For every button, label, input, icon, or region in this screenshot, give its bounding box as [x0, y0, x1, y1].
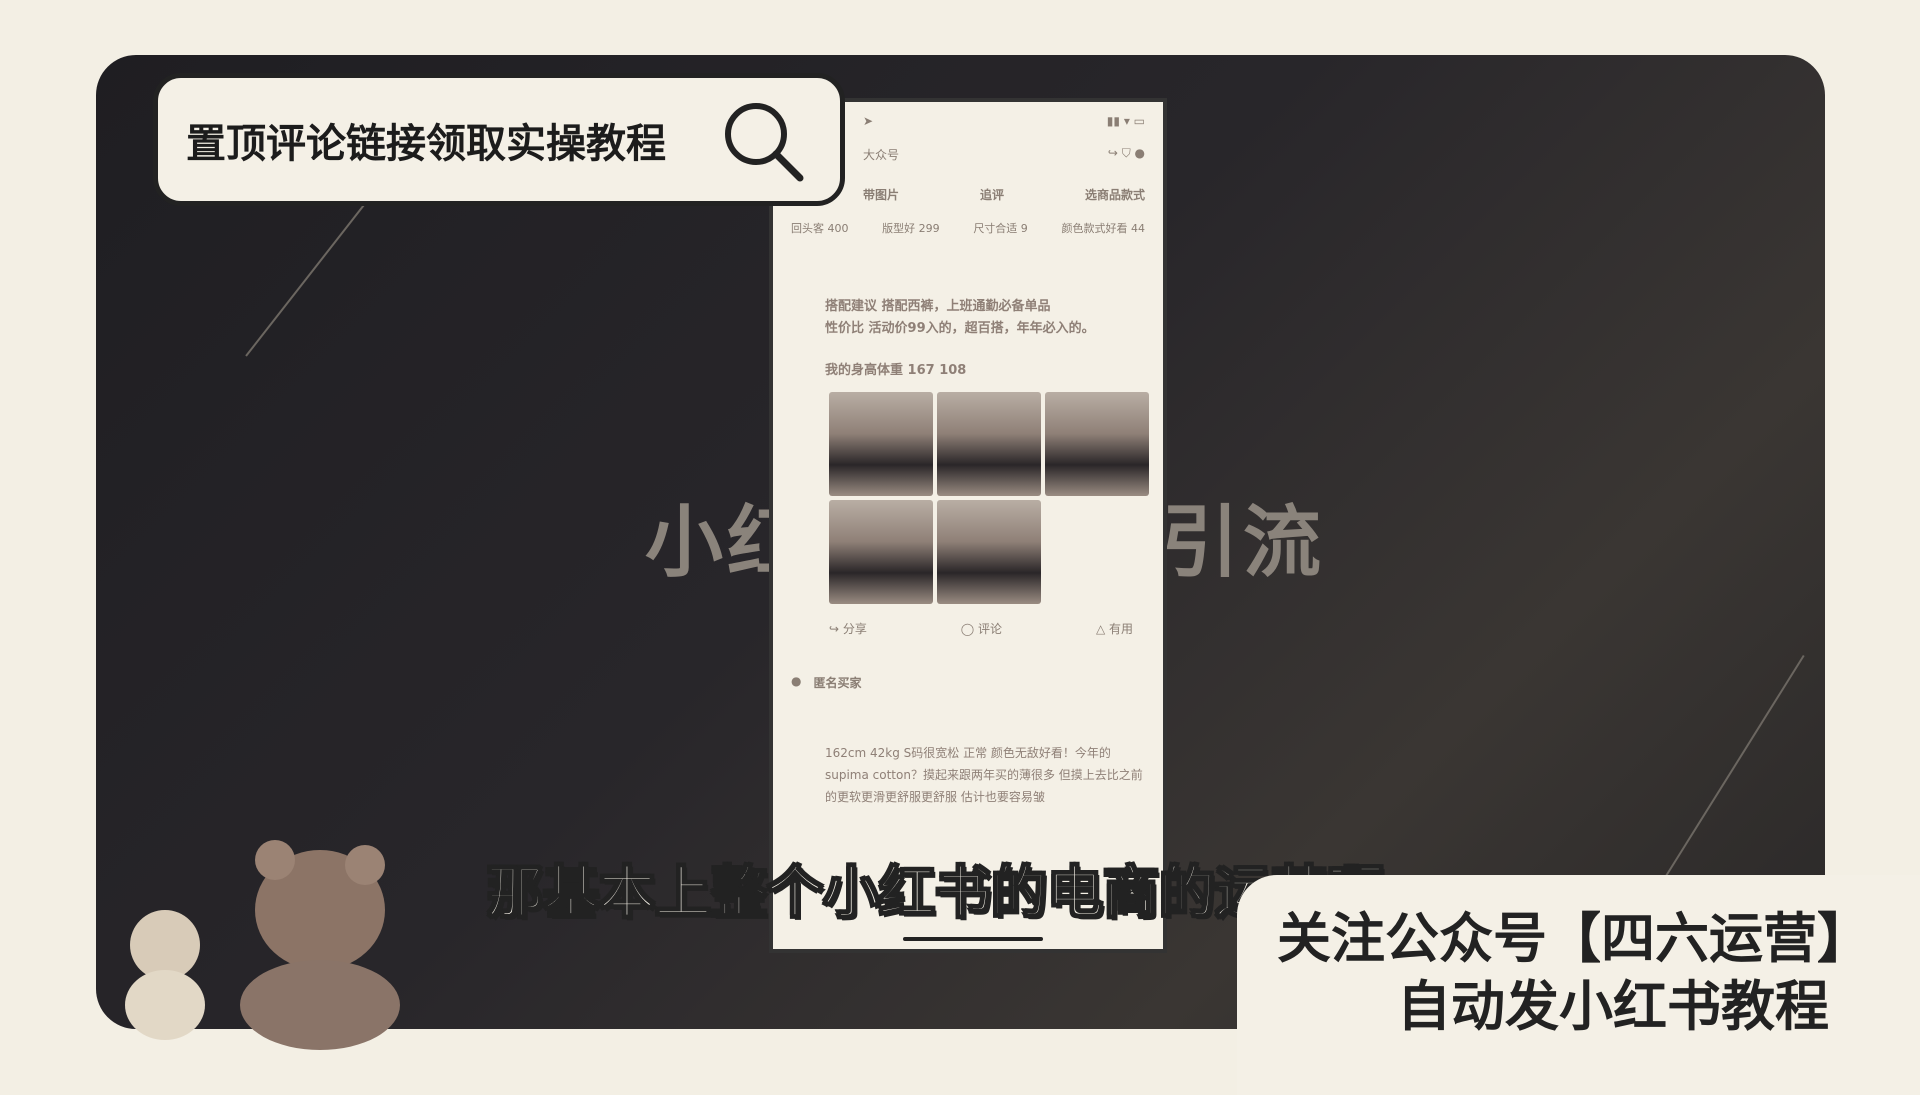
background-title-right: 引流 — [1161, 498, 1326, 588]
search-box: 置顶评论链接领取实操教程 — [153, 73, 845, 206]
status-icons: ▮▮ ▾ ▭ — [1106, 114, 1145, 128]
filter-images[interactable]: 带图片 — [863, 186, 899, 203]
search-icon — [725, 103, 804, 182]
tag[interactable]: 版型好 299 — [882, 220, 940, 236]
phone-screenshot: ➤ ▮▮ ▾ ▭ 大众号 ↪ ⛉ ● 带图片 追评 选商品款式 回头客 400 版型… — [769, 98, 1167, 953]
review-image[interactable] — [829, 500, 933, 604]
home-indicator — [903, 937, 1043, 941]
follow-line1: 关注公众号【四六运营】 — [1277, 907, 1871, 970]
share-label: 分享 — [842, 622, 867, 636]
light-streak — [1665, 654, 1805, 877]
size-info: 我的身高体重 167 108 — [825, 363, 967, 378]
tag[interactable]: 颜色款式好看 44 — [1061, 220, 1145, 236]
nav-title: 大众号 — [863, 148, 900, 162]
filter-style[interactable]: 选商品款式 — [1085, 186, 1145, 203]
reviewer-name: 匿名买家 — [813, 676, 862, 690]
useful-button[interactable]: △ 有用 — [1096, 620, 1133, 637]
nav-icons[interactable]: ↪ ⛉ ● — [1108, 146, 1145, 163]
follow-line2: 自动发小红书教程 — [1397, 975, 1829, 1038]
avatar: ● — [791, 674, 802, 688]
comment-button[interactable]: ◯ 评论 — [961, 620, 1002, 637]
review-image[interactable] — [829, 392, 933, 496]
comment-label: 评论 — [978, 622, 1003, 636]
share-button[interactable]: ↪ 分享 — [829, 620, 867, 637]
follow-banner: 关注公众号【四六运营】 自动发小红书教程 — [1237, 875, 1920, 1095]
review-image[interactable] — [937, 500, 1041, 604]
review-text: 162cm 42kg S码很宽松 正常 颜色无敌好看！今年的supima cot… — [825, 746, 1143, 804]
review-image[interactable] — [1045, 392, 1149, 496]
review-line: 搭配建议 搭配西裤，上班通勤必备单品 — [825, 299, 1051, 314]
review-line: 性价比 活动价99入的，超百搭，年年必入的。 — [825, 321, 1095, 336]
location-icon: ➤ — [863, 114, 874, 128]
search-label: 置顶评论链接领取实操教程 — [186, 120, 666, 167]
light-streak — [245, 197, 370, 357]
review-images — [829, 392, 1149, 604]
useful-label: 有用 — [1108, 622, 1133, 636]
tag[interactable]: 回头客 400 — [791, 220, 849, 236]
tag[interactable]: 尺寸合适 9 — [973, 220, 1028, 236]
review-image[interactable] — [937, 392, 1041, 496]
filter-followup[interactable]: 追评 — [980, 186, 1004, 203]
